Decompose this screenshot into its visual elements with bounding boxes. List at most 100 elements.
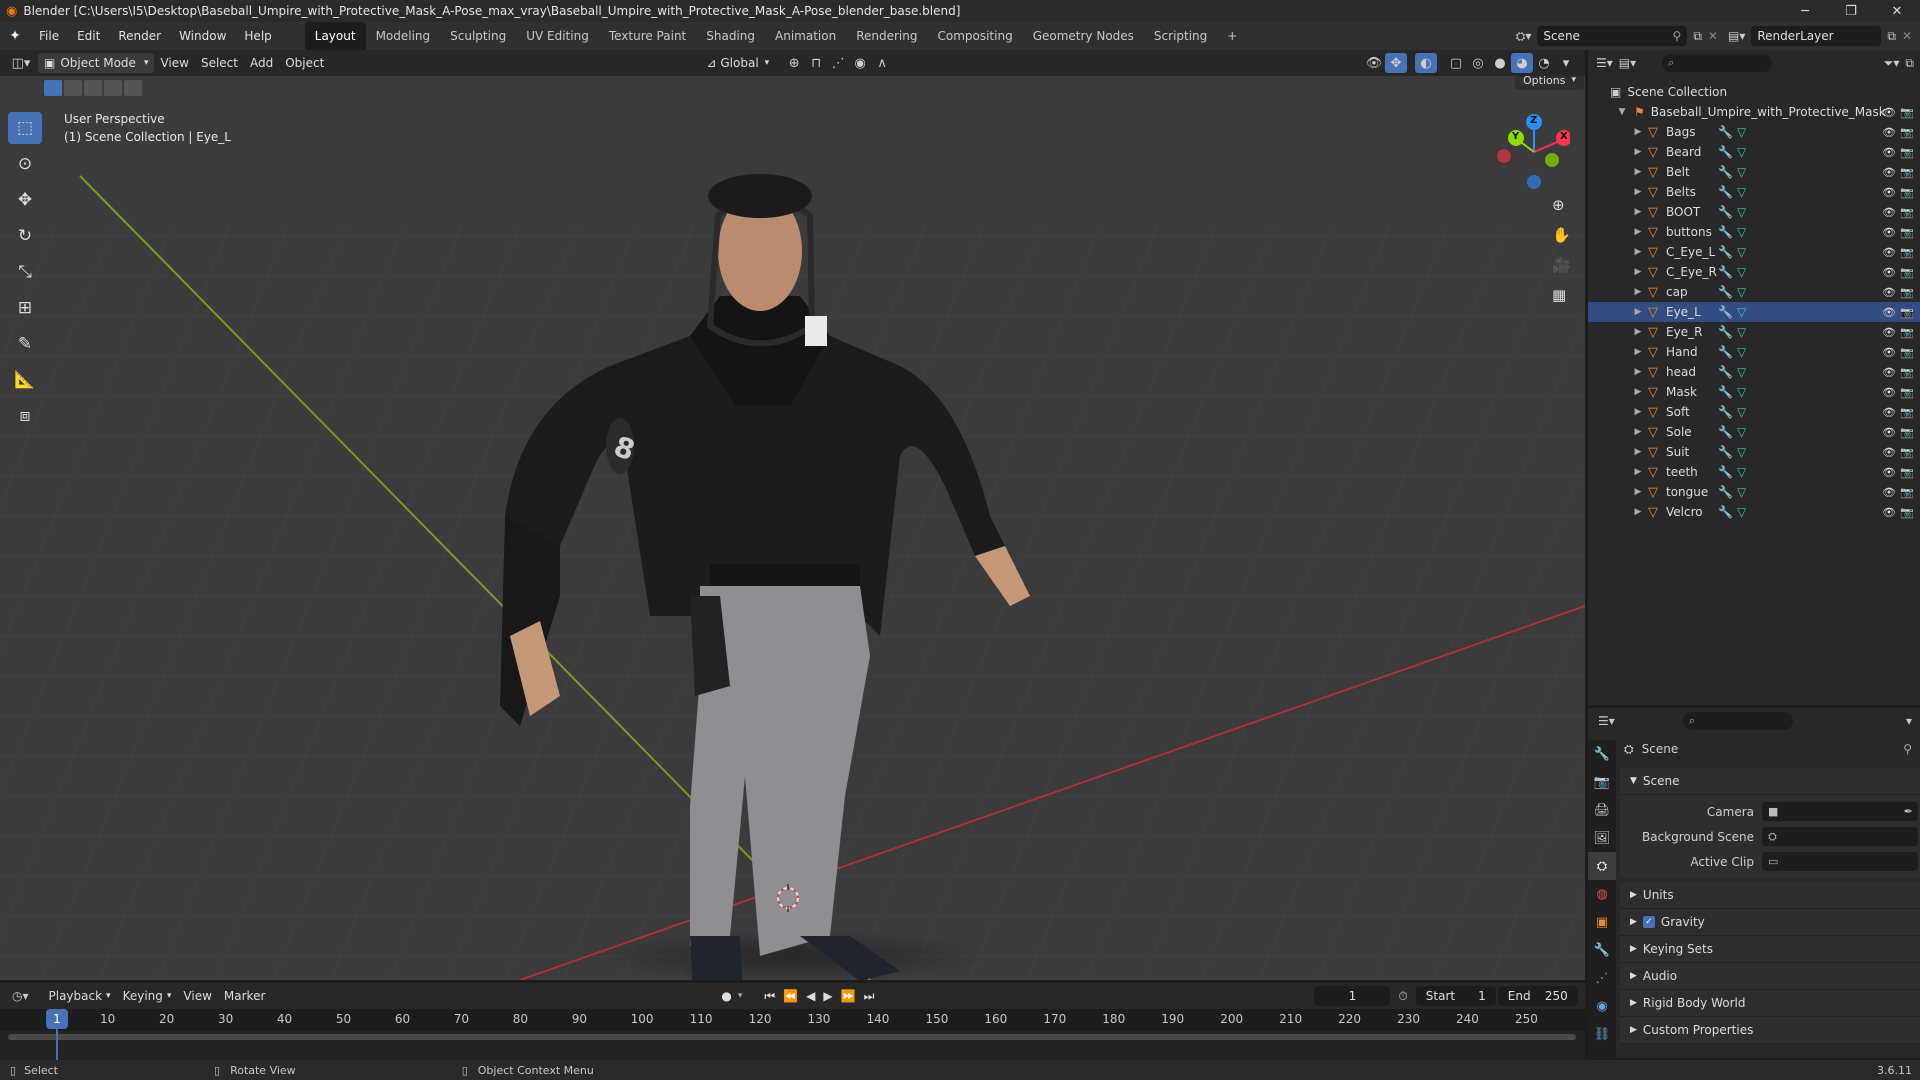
- outliner-object-row[interactable]: ▶ ▽ Suit 🔧 ▽ 👁 📷: [1588, 442, 1920, 462]
- mesh-data-icon[interactable]: ▽: [1737, 285, 1746, 299]
- menu-marker[interactable]: Marker: [218, 986, 271, 1006]
- camera-icon[interactable]: 📷: [1900, 146, 1914, 159]
- options-button[interactable]: Options ▾: [1515, 76, 1584, 90]
- eye-icon[interactable]: 👁: [1882, 226, 1896, 239]
- camera-icon[interactable]: 📷: [1900, 266, 1914, 279]
- outliner-object-row[interactable]: ▶ ▽ buttons 🔧 ▽ 👁 📷: [1588, 222, 1920, 242]
- modifier-icon[interactable]: 🔧: [1718, 225, 1733, 239]
- eye-icon[interactable]: 👁: [1882, 326, 1896, 339]
- modifier-icon[interactable]: 🔧: [1718, 165, 1733, 179]
- snap-icon[interactable]: ⊓: [805, 53, 827, 73]
- proportional-edit-icon[interactable]: ◉: [849, 53, 871, 73]
- gizmo-toggle-icon[interactable]: ✥: [1385, 53, 1407, 73]
- eye-icon[interactable]: 👁: [1882, 166, 1896, 179]
- stopwatch-icon[interactable]: ⏱: [1398, 989, 1407, 1004]
- shading-options-icon[interactable]: ▾: [1555, 53, 1577, 73]
- expand-icon[interactable]: ▶: [1632, 127, 1644, 137]
- editor-type-icon[interactable]: ◷▾: [12, 989, 29, 1003]
- menu-keying[interactable]: Keying ▾: [117, 986, 178, 1006]
- move-tool-icon[interactable]: ✥: [8, 184, 42, 216]
- modifier-icon[interactable]: 🔧: [1718, 425, 1733, 439]
- modifier-icon[interactable]: 🔧: [1718, 485, 1733, 499]
- play-icon[interactable]: ▶: [823, 989, 832, 1003]
- visibility-icon[interactable]: 👁: [1363, 53, 1385, 73]
- editor-type-icon[interactable]: ◫▾: [10, 53, 32, 73]
- camera-icon[interactable]: 📷: [1900, 166, 1914, 179]
- modifier-icon[interactable]: 🔧: [1718, 205, 1733, 219]
- orientation-dropdown[interactable]: ⊿ Global ▾: [700, 53, 775, 73]
- modifier-icon[interactable]: 🔧: [1718, 325, 1733, 339]
- gravity-checkbox[interactable]: ✓: [1642, 916, 1655, 928]
- expand-icon[interactable]: ▶: [1632, 187, 1644, 197]
- camera-icon[interactable]: 📷: [1900, 466, 1914, 479]
- wireframe-shading-icon[interactable]: ◎: [1467, 53, 1489, 73]
- chevron-down-icon[interactable]: ▾: [1906, 714, 1912, 728]
- modifier-icon[interactable]: 🔧: [1718, 265, 1733, 279]
- end-frame-field[interactable]: End 250: [1497, 986, 1578, 1006]
- zoom-icon[interactable]: ⊕: [1552, 196, 1565, 214]
- outliner-collection-row[interactable]: ▼ ⚑ Baseball_Umpire_with_Protective_Mask…: [1588, 102, 1920, 122]
- frame-ruler[interactable]: 10 20 30 40 50 60 70 80 90 100 110 120 130 140 150 160 1…: [0, 1009, 1585, 1031]
- expand-icon[interactable]: ▶: [1632, 227, 1644, 237]
- camera-icon[interactable]: 📷: [1900, 186, 1914, 199]
- mode-dropdown[interactable]: ▣ Object Mode ▾: [38, 53, 155, 73]
- expand-icon[interactable]: ▶: [1632, 207, 1644, 217]
- modifier-icon[interactable]: 🔧: [1718, 405, 1733, 419]
- camera-icon[interactable]: 📷: [1900, 246, 1914, 259]
- expand-icon[interactable]: ▶: [1632, 267, 1644, 277]
- menu-add[interactable]: Add: [244, 53, 279, 73]
- eye-icon[interactable]: 👁: [1882, 246, 1896, 259]
- tab-sculpting[interactable]: Sculpting: [440, 22, 516, 50]
- scene-icon[interactable]: ⛭▾: [1516, 29, 1532, 44]
- camera-icon[interactable]: 📷: [1900, 406, 1914, 419]
- eye-icon[interactable]: 👁: [1882, 186, 1896, 199]
- outliner-object-row[interactable]: ▶ ▽ Hand 🔧 ▽ 👁 📷: [1588, 342, 1920, 362]
- display-mode-icon[interactable]: ▤▾: [1619, 56, 1636, 70]
- eye-icon[interactable]: 👁: [1882, 466, 1896, 479]
- camera-icon[interactable]: 📷: [1900, 446, 1914, 459]
- menu-timeline-view[interactable]: View: [177, 986, 217, 1006]
- outliner-object-row[interactable]: ▶ ▽ Beard 🔧 ▽ 👁 📷: [1588, 142, 1920, 162]
- render-tab-icon[interactable]: 📷: [1588, 768, 1616, 796]
- view-layer-tab-icon[interactable]: 🖼: [1588, 824, 1616, 852]
- expand-icon[interactable]: ▶: [1632, 307, 1644, 317]
- camera-field[interactable]: ■ ✒: [1762, 802, 1918, 821]
- rigid-body-world-panel-header[interactable]: ▶ Rigid Body World: [1620, 990, 1920, 1017]
- modifier-icon[interactable]: 🔧: [1718, 465, 1733, 479]
- outliner-object-row[interactable]: ▶ ▽ Bags 🔧 ▽ 👁 📷: [1588, 122, 1920, 142]
- eye-icon[interactable]: 👁: [1882, 386, 1896, 399]
- custom-properties-panel-header[interactable]: ▶ Custom Properties: [1620, 1017, 1920, 1044]
- expand-icon[interactable]: ▶: [1632, 447, 1644, 457]
- camera-icon[interactable]: 📷: [1900, 366, 1914, 379]
- blender-menu-icon[interactable]: ✦: [0, 28, 30, 44]
- modifier-tab-icon[interactable]: 🔧: [1588, 936, 1616, 964]
- expand-icon[interactable]: ▶: [1632, 147, 1644, 157]
- select-subtract-icon[interactable]: [84, 80, 102, 96]
- eye-icon[interactable]: 👁: [1882, 406, 1896, 419]
- camera-icon[interactable]: 📷: [1900, 106, 1914, 119]
- modifier-icon[interactable]: 🔧: [1718, 365, 1733, 379]
- falloff-icon[interactable]: ∧: [871, 53, 893, 73]
- overlay-toggle-icon[interactable]: ◐: [1415, 53, 1437, 73]
- pan-hand-icon[interactable]: ✋: [1552, 226, 1571, 244]
- tab-modeling[interactable]: Modeling: [366, 22, 441, 50]
- expand-icon[interactable]: ▶: [1632, 247, 1644, 257]
- mesh-data-icon[interactable]: ▽: [1737, 505, 1746, 519]
- mesh-data-icon[interactable]: ▽: [1737, 305, 1746, 319]
- outliner-scene-collection[interactable]: ▣ Scene Collection: [1588, 82, 1920, 102]
- delete-scene-icon[interactable]: ✕: [1708, 29, 1718, 43]
- cursor-tool-icon[interactable]: ⊙: [8, 148, 42, 180]
- tab-animation[interactable]: Animation: [765, 22, 846, 50]
- menu-object[interactable]: Object: [279, 53, 330, 73]
- camera-icon[interactable]: 📷: [1900, 226, 1914, 239]
- camera-icon[interactable]: 📷: [1900, 286, 1914, 299]
- expand-icon[interactable]: ▶: [1632, 487, 1644, 497]
- rendered-shading-icon[interactable]: ◔: [1533, 53, 1555, 73]
- mesh-data-icon[interactable]: ▽: [1737, 145, 1746, 159]
- constraints-tab-icon[interactable]: ⛓: [1588, 1020, 1616, 1048]
- expand-icon[interactable]: ▶: [1632, 367, 1644, 377]
- mesh-data-icon[interactable]: ▽: [1737, 165, 1746, 179]
- modifier-icon[interactable]: 🔧: [1718, 445, 1733, 459]
- expand-icon[interactable]: ▶: [1632, 407, 1644, 417]
- select-intersect-icon[interactable]: [124, 80, 142, 96]
